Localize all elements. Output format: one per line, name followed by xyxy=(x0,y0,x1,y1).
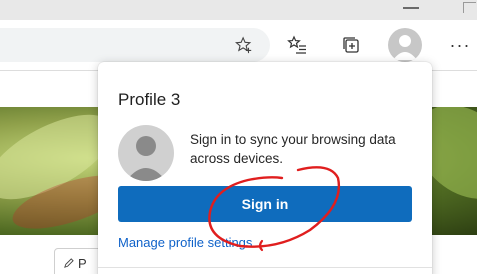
more-options-icon[interactable]: ··· xyxy=(446,31,474,59)
profile-avatar xyxy=(118,125,174,181)
page-chip-button[interactable]: P xyxy=(54,248,104,274)
profile-title: Profile 3 xyxy=(118,90,181,109)
sync-message: Sign in to sync your browsing data acros… xyxy=(190,132,396,166)
star-plus-icon[interactable] xyxy=(230,31,258,59)
page-chip-label: P xyxy=(78,255,87,271)
profile-flyout: Profile 3 Sign in to sync your browsing … xyxy=(98,62,432,274)
flyout-divider xyxy=(98,267,432,268)
profile-avatar-icon[interactable] xyxy=(388,28,422,62)
maximize-icon[interactable] xyxy=(463,2,476,13)
window-title-strip xyxy=(0,0,477,20)
pencil-icon xyxy=(64,257,74,268)
person-icon xyxy=(126,136,166,181)
collections-icon[interactable] xyxy=(337,31,365,59)
favorites-list-icon[interactable] xyxy=(283,31,311,59)
sign-in-label: Sign in xyxy=(241,196,289,212)
minimize-icon[interactable] xyxy=(403,7,419,9)
manage-profile-settings-link[interactable]: Manage profile settings xyxy=(118,235,252,250)
sign-in-button[interactable]: Sign in xyxy=(118,186,412,222)
more-label: ··· xyxy=(449,34,471,55)
